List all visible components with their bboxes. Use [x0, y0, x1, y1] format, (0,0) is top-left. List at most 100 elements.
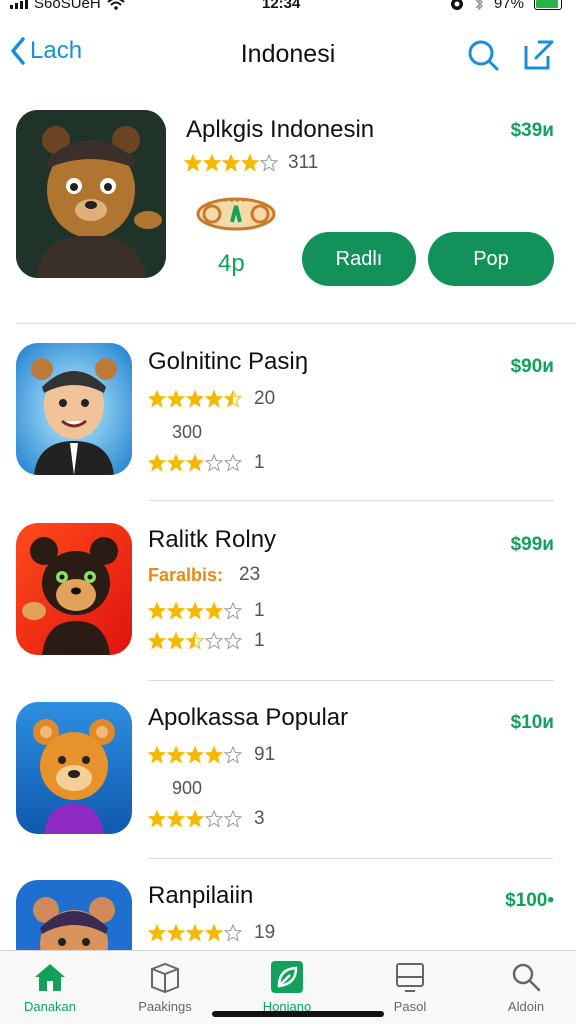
star-rating: [148, 454, 242, 472]
star-icon: [167, 632, 185, 650]
star-icon: [224, 810, 242, 828]
tab-danakan[interactable]: Danakan: [0, 961, 100, 1014]
star-icon: [224, 632, 242, 650]
star-icon: [224, 746, 242, 764]
rating-count: 3: [254, 808, 265, 829]
signal-icon: [10, 0, 28, 9]
status-bar: S6oSUeH 12:34 97%: [0, 0, 576, 14]
featured-app[interactable]: Aplkgis Indonesin $39и 311 4p Radlı Pop: [0, 100, 576, 325]
app-list-item[interactable]: Ralitk Rolny $99и Faralbis: 23 1 1: [0, 518, 576, 688]
award-badge-icon: [196, 197, 276, 231]
search-icon[interactable]: [466, 38, 500, 72]
category-count: 23: [239, 564, 261, 585]
box-icon: [151, 962, 179, 993]
app-name: Ranpilaiin: [148, 882, 254, 909]
app-icon-character: [16, 343, 132, 475]
star-rating: [148, 924, 242, 942]
secondary-rating-line: 1: [148, 452, 265, 474]
compose-icon[interactable]: [522, 38, 556, 72]
rating-count: 91: [254, 744, 276, 765]
home-icon: [35, 964, 65, 991]
star-icon: [184, 154, 202, 172]
star-icon: [148, 924, 166, 942]
star-icon: [167, 390, 185, 408]
star-icon: [186, 632, 204, 650]
rating-count: 20: [254, 388, 276, 409]
app-list-item[interactable]: Ranpilaiin $100• 19: [0, 874, 576, 950]
tab-pasol[interactable]: Pasol: [360, 961, 460, 1014]
star-icon: [205, 924, 223, 942]
rating-line: 20: [148, 388, 275, 410]
rating-count: 1: [254, 600, 265, 621]
tab-label: Danakan: [23, 999, 77, 1014]
app-subtext: 900: [172, 778, 203, 798]
tab-paakings[interactable]: Paakings: [115, 961, 215, 1014]
app-price: $90и: [510, 356, 554, 377]
rating-line: 91: [148, 744, 275, 766]
star-icon: [224, 390, 242, 408]
star-icon: [260, 154, 278, 172]
star-icon: [167, 602, 185, 620]
star-icon: [167, 810, 185, 828]
star-icon: [148, 632, 166, 650]
leaf-icon: [271, 961, 303, 993]
divider: [148, 858, 554, 859]
app-icon-bear: [16, 523, 132, 655]
star-icon: [205, 746, 223, 764]
featured-app-name: Aplkgis Indonesin: [186, 116, 375, 143]
app-icon-bear: [16, 702, 132, 834]
featured-primary-button[interactable]: Radlı: [302, 232, 416, 286]
rating-line: 1: [148, 600, 265, 622]
age-rating: 4p: [218, 250, 245, 277]
star-icon: [148, 390, 166, 408]
star-icon: [186, 602, 204, 620]
app-list-item[interactable]: Apolkassa Popular $10и 91 900 3: [0, 696, 576, 866]
star-rating: [184, 154, 278, 172]
star-icon: [222, 154, 240, 172]
star-icon: [148, 454, 166, 472]
star-icon: [224, 602, 242, 620]
star-icon: [241, 154, 259, 172]
star-rating: [148, 810, 242, 828]
carrier-label: S6oSUeH: [34, 0, 101, 12]
tab-honiano[interactable]: Honiano: [237, 961, 337, 1014]
app-name: Apolkassa Popular: [148, 704, 349, 731]
location-icon: [450, 0, 463, 10]
star-icon: [186, 746, 204, 764]
star-icon: [167, 924, 185, 942]
star-icon: [186, 390, 204, 408]
star-icon: [205, 602, 223, 620]
search-icon: [512, 963, 541, 992]
featured-secondary-button[interactable]: Pop: [428, 232, 554, 286]
status-time: 12:34: [262, 0, 301, 12]
star-icon: [224, 454, 242, 472]
star-icon: [167, 746, 185, 764]
divider: [148, 500, 554, 501]
star-rating: [148, 632, 242, 650]
star-icon: [167, 454, 185, 472]
wifi-icon: [107, 0, 125, 10]
secondary-rating-line: 3: [148, 808, 265, 830]
navigation-bar: Lach Indonesi: [0, 30, 576, 78]
battery-icon: [534, 0, 562, 10]
divider: [16, 323, 576, 324]
tab-aldoin[interactable]: Aldoin: [476, 961, 576, 1014]
rating-count: 1: [254, 630, 265, 651]
star-icon: [205, 390, 223, 408]
rating-count: 1: [254, 452, 265, 473]
star-rating: [148, 746, 242, 764]
app-name: Ralitk Rolny: [148, 526, 277, 553]
divider: [148, 680, 554, 681]
star-icon: [148, 602, 166, 620]
battery-percent: 97%: [493, 0, 524, 12]
star-icon: [205, 632, 223, 650]
tab-label: Pasol: [393, 999, 427, 1014]
star-icon: [186, 810, 204, 828]
category-line: Faralbis: 23: [148, 564, 260, 586]
featured-price: $39и: [510, 120, 554, 141]
app-icon-bear: [16, 880, 132, 950]
monitor-icon: [396, 963, 424, 992]
app-list-item[interactable]: Golnitinc Pasiŋ $90и 20 300 1: [0, 340, 576, 510]
rating-count: 19: [254, 922, 276, 943]
app-category: Faralbis:: [148, 564, 224, 585]
